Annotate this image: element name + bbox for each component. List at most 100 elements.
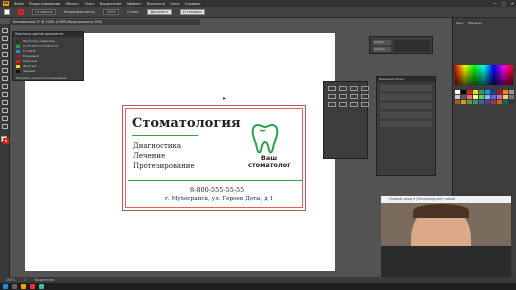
swatch-color[interactable]	[16, 45, 20, 48]
swatch-color[interactable]	[16, 55, 20, 58]
pen-tool-icon[interactable]	[2, 44, 8, 49]
swatch-cell[interactable]	[461, 95, 466, 99]
menu-effect[interactable]: Эффект	[126, 2, 141, 6]
swatch-cell[interactable]	[467, 95, 472, 99]
menu-file[interactable]: Файл	[14, 2, 24, 6]
swatch-cell[interactable]	[473, 100, 478, 104]
stroke-swatch[interactable]	[18, 9, 24, 15]
swatch-cell[interactable]	[467, 90, 472, 94]
control-icon[interactable]	[361, 102, 369, 107]
appearance-row[interactable]	[380, 103, 432, 109]
swatch-cell[interactable]	[473, 90, 478, 94]
swatch-cell[interactable]	[491, 100, 496, 104]
browser-icon[interactable]	[30, 284, 35, 289]
preferences-button[interactable]: Установки	[179, 9, 205, 15]
color-spectrum[interactable]	[455, 65, 513, 85]
menu-text[interactable]: Текст	[84, 2, 95, 6]
swatch-cell[interactable]	[479, 100, 484, 104]
control-icon[interactable]	[328, 86, 336, 91]
stroke-color-icon[interactable]	[3, 138, 9, 144]
menu-help[interactable]: Справка	[185, 2, 201, 6]
swatch-cell[interactable]	[509, 100, 514, 104]
appearance-row[interactable]	[380, 85, 432, 91]
menu-object[interactable]: Объект	[65, 2, 79, 6]
layer-row[interactable]: Слой 1	[373, 40, 391, 45]
eyedropper-tool-icon[interactable]	[2, 108, 8, 113]
swatch-color[interactable]	[16, 70, 20, 73]
appearance-row[interactable]	[380, 94, 432, 100]
rotate-tool-icon[interactable]	[2, 84, 8, 89]
control-icon[interactable]	[361, 86, 369, 91]
maximize-button[interactable]: □	[502, 1, 506, 6]
tab-swatches[interactable]: Образцы	[468, 21, 482, 25]
rectangle-tool-icon[interactable]	[2, 60, 8, 65]
swatch-cell[interactable]	[485, 90, 490, 94]
swatch-cell[interactable]	[461, 100, 466, 104]
minimize-button[interactable]: —	[493, 1, 497, 6]
swatch-cell[interactable]	[509, 95, 514, 99]
control-icon[interactable]	[350, 86, 358, 91]
swatch-cell[interactable]	[497, 95, 502, 99]
layer-row[interactable]: Слой 2	[373, 47, 391, 52]
control-icon[interactable]	[350, 94, 358, 99]
illustrator-icon[interactable]	[21, 284, 26, 289]
menu-edit[interactable]: Редактирование	[29, 2, 60, 6]
swatch-cell[interactable]	[473, 95, 478, 99]
control-icon[interactable]	[350, 102, 358, 107]
start-icon[interactable]	[3, 284, 8, 289]
swatch-cell[interactable]	[479, 95, 484, 99]
swatch-color[interactable]	[16, 50, 20, 53]
brush-tool-icon[interactable]	[2, 68, 8, 73]
control-icon[interactable]	[339, 94, 347, 99]
document-setup-button[interactable]: Документ	[147, 9, 172, 15]
control-icon[interactable]	[361, 94, 369, 99]
swatch-cell[interactable]	[455, 95, 460, 99]
swatch-cell[interactable]	[479, 90, 484, 94]
hand-tool-icon[interactable]	[2, 116, 8, 121]
control-icon[interactable]	[339, 86, 347, 91]
page-number[interactable]: 1	[24, 278, 26, 282]
gradient-tool-icon[interactable]	[2, 100, 8, 105]
control-icon[interactable]	[339, 102, 347, 107]
tooth-logo-icon[interactable]	[250, 122, 280, 156]
swatch-cell[interactable]	[503, 100, 508, 104]
fill-swatch[interactable]	[4, 9, 10, 15]
direct-selection-tool-icon[interactable]	[2, 36, 8, 41]
swatch-cell[interactable]	[485, 95, 490, 99]
appearance-row[interactable]	[380, 112, 432, 118]
eraser-tool-icon[interactable]	[2, 76, 8, 81]
scale-tool-icon[interactable]	[2, 92, 8, 97]
selection-tool-icon[interactable]	[2, 28, 8, 33]
close-button[interactable]: ✕	[511, 1, 514, 6]
menu-select[interactable]: Выделение	[100, 2, 121, 6]
swatch-footer[interactable]: Показать только используемые	[16, 76, 66, 80]
tab-color[interactable]: Цвет	[456, 21, 464, 25]
type-tool-icon[interactable]	[2, 52, 8, 57]
swatch-color[interactable]	[16, 40, 20, 43]
swatch-cell[interactable]	[485, 100, 490, 104]
control-icon[interactable]	[328, 102, 336, 107]
swatch-cell[interactable]	[455, 100, 460, 104]
appearance-row[interactable]	[380, 121, 432, 127]
swatch-cell[interactable]	[497, 100, 502, 104]
menu-view[interactable]: Просмотр	[147, 2, 165, 6]
control-icon[interactable]	[328, 94, 336, 99]
swatch-cell[interactable]	[503, 95, 508, 99]
swatch-cell[interactable]	[503, 90, 508, 94]
swatch-cell[interactable]	[491, 90, 496, 94]
menu-window[interactable]: Окно	[170, 2, 180, 6]
zoom-level[interactable]: 200%	[6, 278, 15, 282]
logo-text[interactable]: Ваш стоматолог	[248, 155, 291, 169]
swatch-cell[interactable]	[467, 100, 472, 104]
swatch-cell[interactable]	[491, 95, 496, 99]
divider-line[interactable]	[128, 180, 302, 181]
service-item[interactable]: Протезирование	[133, 162, 195, 170]
zoom-tool-icon[interactable]	[2, 124, 8, 129]
phone-number[interactable]: 8-800-555-55-55	[190, 186, 244, 194]
opacity-input[interactable]: 100%	[103, 9, 120, 15]
swatch-cell[interactable]	[455, 90, 460, 94]
stroke-style-select[interactable]: Основная	[32, 9, 56, 15]
search-icon[interactable]	[12, 284, 17, 289]
title-underline[interactable]	[132, 135, 198, 136]
swatch-cell[interactable]	[497, 90, 502, 94]
